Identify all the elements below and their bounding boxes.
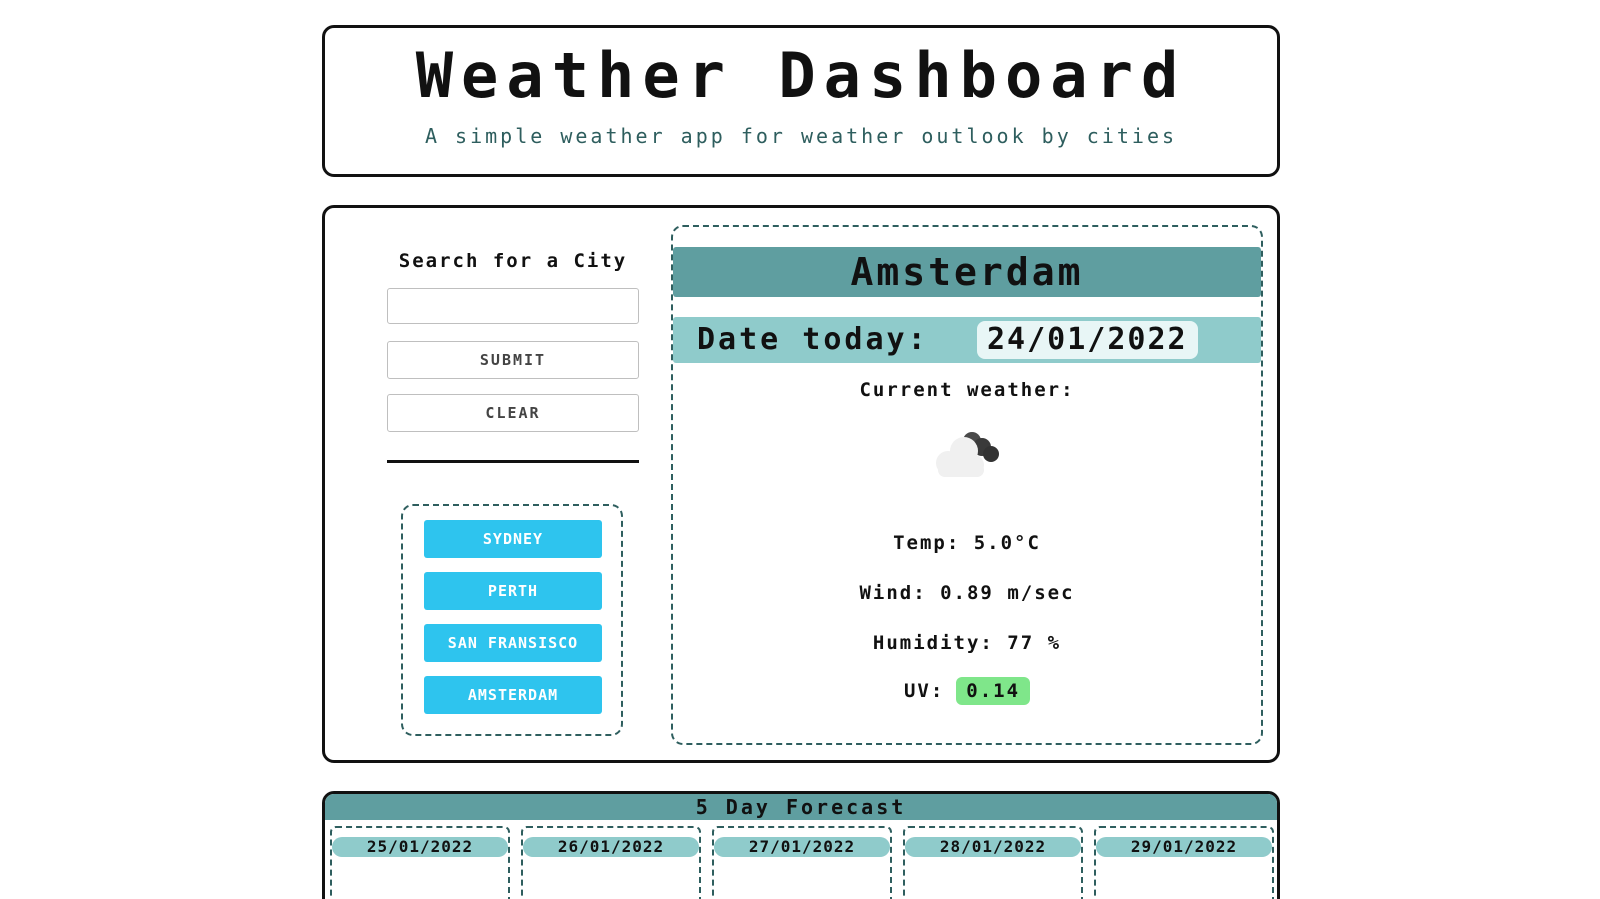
wind-speed: Wind: 0.89 m/sec [859, 582, 1075, 604]
forecast-card: 26/01/2022 [521, 826, 701, 899]
cloud-icon [583, 888, 643, 899]
forecast-date: 29/01/2022 [1096, 837, 1272, 857]
history-button-amsterdam[interactable]: AMSTERDAM [424, 676, 602, 714]
sun-icon [392, 888, 452, 899]
page-title: Weather Dashboard [415, 39, 1187, 112]
date-bar: Date today: 24/01/2022 [673, 317, 1261, 363]
city-search-input[interactable] [387, 288, 639, 324]
sun-cloud-icon [774, 888, 834, 899]
header-panel: Weather Dashboard A simple weather app f… [322, 25, 1280, 177]
date-label: Date today: [697, 322, 929, 357]
forecast-card: 27/01/2022 [712, 826, 892, 899]
forecast-card: 25/01/2022 [330, 826, 510, 899]
dark-cloud-icon [1156, 888, 1216, 899]
forecast-card: 28/01/2022 [903, 826, 1083, 899]
submit-button[interactable]: SUBMIT [387, 341, 639, 379]
forecast-date: 25/01/2022 [332, 837, 508, 857]
uv-label: UV: [903, 680, 945, 702]
date-value: 24/01/2022 [977, 321, 1198, 359]
forecast-date: 27/01/2022 [714, 837, 890, 857]
clear-button[interactable]: CLEAR [387, 394, 639, 432]
history-button-san-fransisco[interactable]: SAN FRANSISCO [424, 624, 602, 662]
page-subtitle: A simple weather app for weather outlook… [424, 124, 1178, 149]
forecast-card: 29/01/2022 [1094, 826, 1274, 899]
history-button-perth[interactable]: PERTH [424, 572, 602, 610]
broken-clouds-icon [936, 432, 999, 477]
main-panel: Search for a City SUBMIT CLEAR SYDNEY PE… [322, 205, 1280, 763]
history-button-sydney[interactable]: SYDNEY [424, 520, 602, 558]
city-name: Amsterdam [673, 247, 1261, 297]
uv-badge: 0.14 [956, 677, 1031, 705]
forecast-title: 5 Day Forecast [325, 794, 1277, 820]
search-history-panel: SYDNEY PERTH SAN FRANSISCO AMSTERDAM [401, 504, 623, 736]
sun-cloud-icon [965, 888, 1025, 899]
forecast-panel: 5 Day Forecast 25/01/2022 26/01/2022 27/… [322, 791, 1280, 899]
uv-index: UV: 0.14 [673, 677, 1261, 705]
forecast-date: 26/01/2022 [523, 837, 699, 857]
page: Weather Dashboard A simple weather app f… [0, 0, 1600, 899]
current-weather-card: Amsterdam Date today: 24/01/2022 Current… [671, 225, 1263, 745]
humidity: Humidity: 77 % [872, 632, 1062, 654]
search-label: Search for a City [398, 250, 628, 272]
temperature: Temp: 5.0°C [893, 532, 1041, 554]
current-weather-label: Current weather: [859, 379, 1075, 401]
forecast-date: 28/01/2022 [905, 837, 1081, 857]
divider [387, 460, 639, 463]
